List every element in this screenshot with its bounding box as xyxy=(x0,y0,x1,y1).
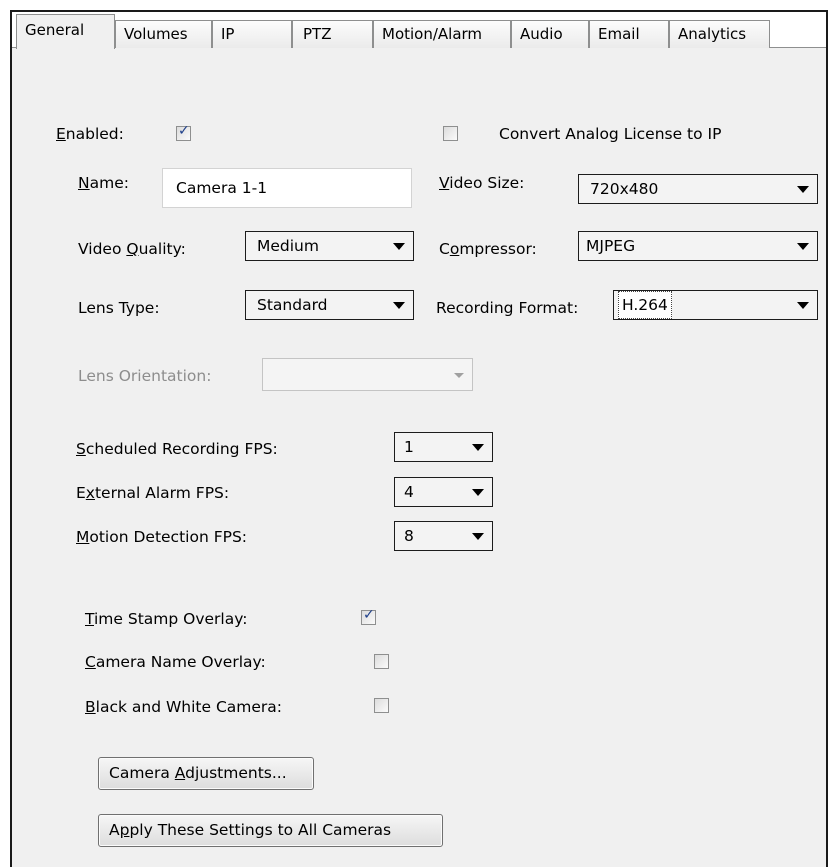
scheduled-fps-label: Scheduled Recording FPS: xyxy=(76,440,278,458)
compressor-label: Compressor: xyxy=(439,240,537,258)
lens-orientation-label: Lens Orientation: xyxy=(78,367,212,385)
lens-type-label: Lens Type: xyxy=(78,299,160,317)
chevron-down-icon xyxy=(393,302,405,309)
chevron-down-icon xyxy=(472,444,484,451)
camera-name-overlay-checkbox[interactable] xyxy=(374,654,389,669)
camera-name-overlay-label: Camera Name Overlay: xyxy=(85,653,266,671)
chevron-down-icon xyxy=(472,489,484,496)
tab-ip[interactable]: IP xyxy=(212,20,292,48)
external-alarm-fps-select[interactable]: 4 xyxy=(394,477,493,507)
tab-bar: General Volumes IP PTZ Motion/Alarm Audi… xyxy=(12,12,826,49)
tab-label: Analytics xyxy=(678,25,747,43)
external-alarm-fps-label: External Alarm FPS: xyxy=(76,484,230,502)
enabled-checkbox[interactable]: ✓ xyxy=(176,123,191,141)
chevron-down-icon xyxy=(797,186,809,193)
recording-format-value: H.264 xyxy=(618,291,672,319)
compressor-select[interactable]: MJPEG xyxy=(578,231,818,261)
tab-label: Volumes xyxy=(124,25,188,43)
tab-ptz[interactable]: PTZ xyxy=(292,20,373,48)
chevron-down-icon xyxy=(454,373,464,378)
lens-type-value: Standard xyxy=(257,296,328,314)
recording-format-select[interactable]: H.264 xyxy=(613,290,818,320)
scheduled-fps-select[interactable]: 1 xyxy=(394,432,493,462)
tab-label: Motion/Alarm xyxy=(382,25,483,43)
video-size-label: Video Size: xyxy=(439,174,525,192)
tab-motion-alarm[interactable]: Motion/Alarm xyxy=(373,20,511,48)
tab-general[interactable]: General xyxy=(16,14,115,49)
tab-volumes[interactable]: Volumes xyxy=(115,20,212,48)
convert-license-label: Convert Analog License to IP xyxy=(499,125,722,143)
motion-detection-fps-value: 8 xyxy=(404,527,414,545)
camera-settings-dialog: General Volumes IP PTZ Motion/Alarm Audi… xyxy=(10,10,828,867)
recording-format-label: Recording Format: xyxy=(436,299,579,317)
tab-label: General xyxy=(25,21,85,39)
tab-label: PTZ xyxy=(303,25,332,43)
timestamp-overlay-label: Time Stamp Overlay: xyxy=(85,610,248,628)
bw-camera-label: Black and White Camera: xyxy=(85,698,283,716)
apply-all-cameras-button[interactable]: Apply These Settings to All Cameras xyxy=(98,814,443,847)
checkmark-icon: ✓ xyxy=(178,123,190,139)
bw-camera-checkbox[interactable] xyxy=(374,698,389,713)
tab-label: IP xyxy=(221,25,235,43)
checkmark-icon: ✓ xyxy=(363,607,375,623)
motion-detection-fps-select[interactable]: 8 xyxy=(394,521,493,551)
tab-label: Email xyxy=(598,25,640,43)
video-quality-select[interactable]: Medium xyxy=(245,231,414,261)
scheduled-fps-value: 1 xyxy=(404,438,414,456)
compressor-value: MJPEG xyxy=(586,237,636,255)
chevron-down-icon xyxy=(797,302,809,309)
timestamp-overlay-checkbox[interactable]: ✓ xyxy=(361,607,376,625)
chevron-down-icon xyxy=(797,243,809,250)
lens-orientation-select xyxy=(262,358,473,391)
name-input[interactable]: Camera 1-1 xyxy=(162,168,412,208)
external-alarm-fps-value: 4 xyxy=(404,483,414,501)
general-tab-panel: Enabled: ✓ Convert Analog License to IP … xyxy=(12,48,826,867)
chevron-down-icon xyxy=(472,533,484,540)
enabled-label: Enabled: xyxy=(56,125,124,143)
tab-analytics[interactable]: Analytics xyxy=(669,20,770,48)
convert-license-checkbox[interactable] xyxy=(443,126,458,141)
motion-detection-fps-label: Motion Detection FPS: xyxy=(76,528,248,546)
lens-type-select[interactable]: Standard xyxy=(245,290,414,320)
video-quality-value: Medium xyxy=(257,237,319,255)
camera-adjustments-button[interactable]: Camera Adjustments... xyxy=(98,757,314,790)
name-label: Name: xyxy=(78,174,129,192)
video-size-value: 720x480 xyxy=(590,180,659,198)
tab-email[interactable]: Email xyxy=(589,20,669,48)
tab-audio[interactable]: Audio xyxy=(511,20,589,48)
chevron-down-icon xyxy=(393,243,405,250)
video-size-select[interactable]: 720x480 xyxy=(578,174,818,204)
video-quality-label: Video Quality: xyxy=(78,240,186,258)
lens-orientation-value xyxy=(267,375,281,377)
tab-label: Audio xyxy=(520,25,563,43)
